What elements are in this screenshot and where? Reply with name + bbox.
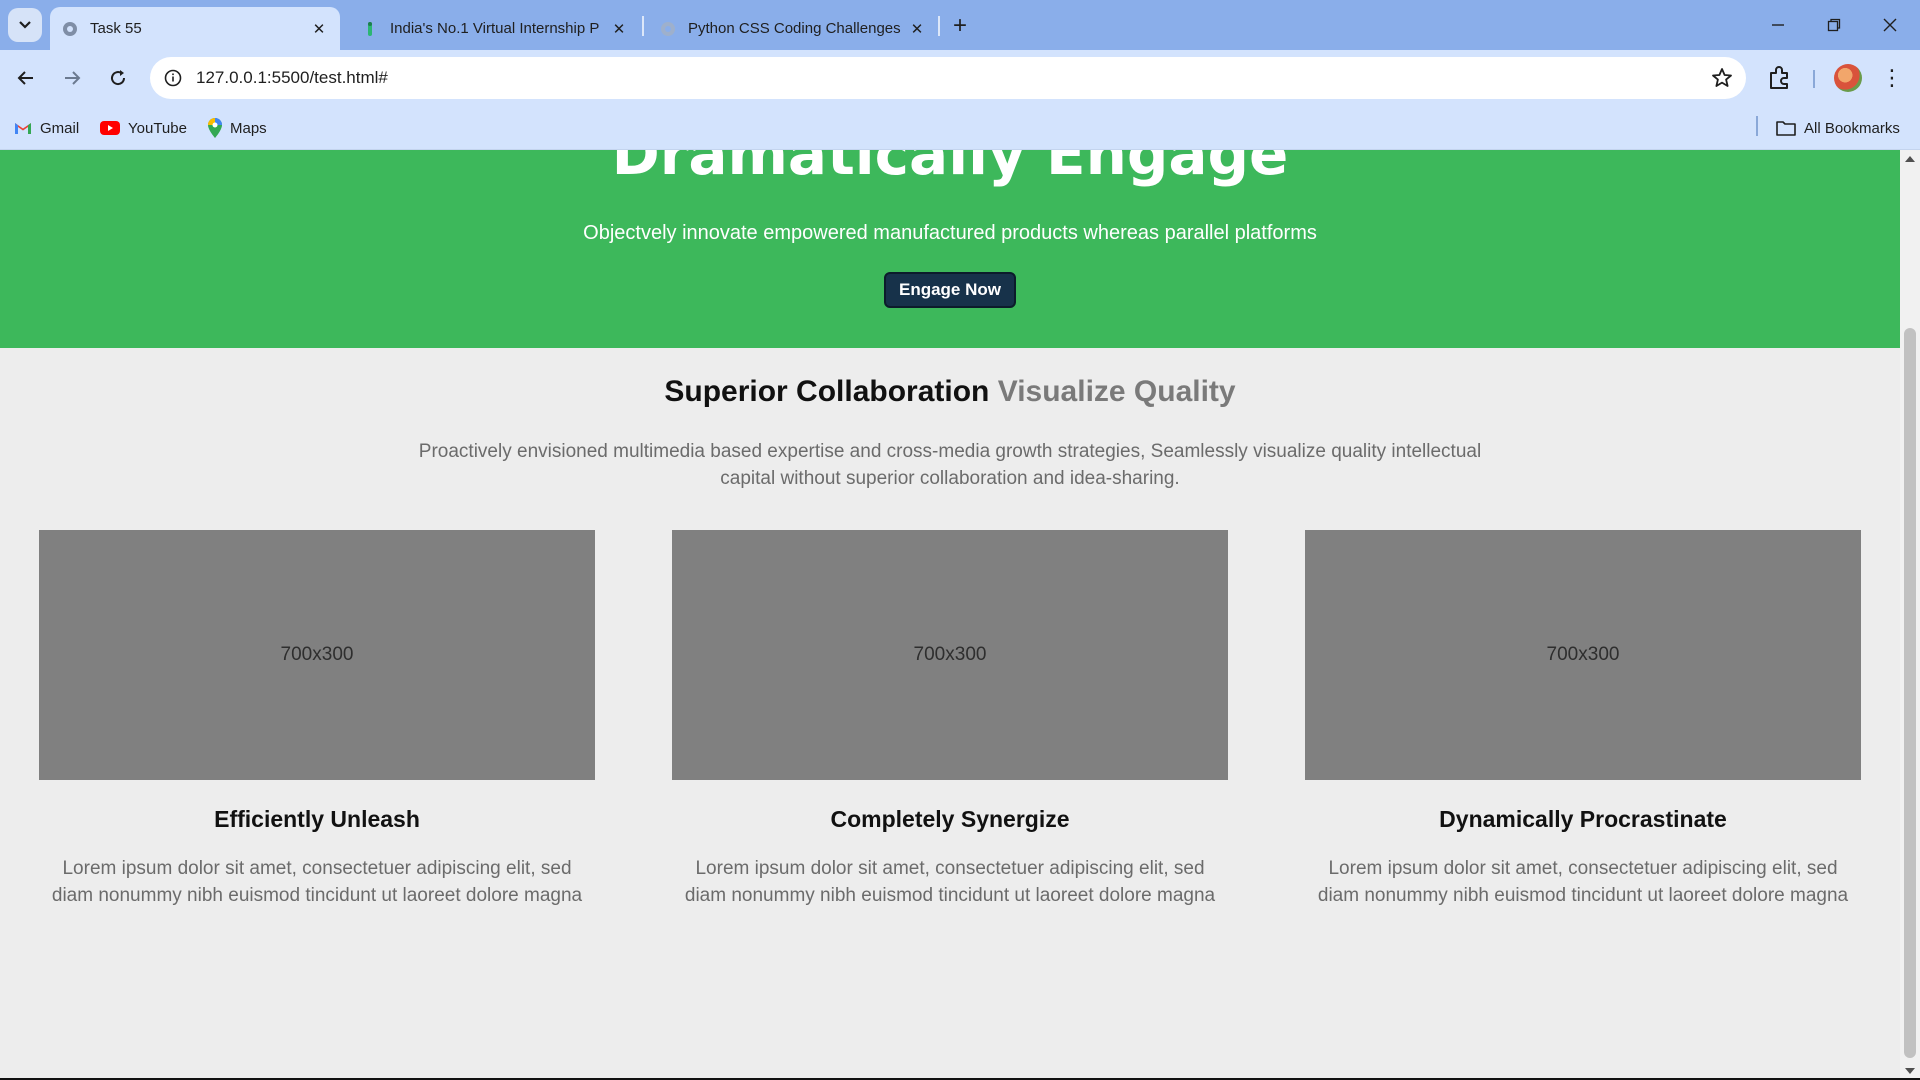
feature-card: 700x300 Dynamically Procrastinate Lorem … xyxy=(1305,530,1861,909)
card-title: Completely Synergize xyxy=(830,806,1070,832)
arrow-left-icon xyxy=(17,71,33,85)
tab-task-55[interactable]: Task 55 ✕ xyxy=(50,7,340,50)
globe-icon xyxy=(661,21,675,36)
image-placeholder: 700x300 xyxy=(1305,530,1861,780)
scroll-down-arrow-icon[interactable] xyxy=(1905,1068,1915,1074)
forward-button[interactable] xyxy=(54,60,90,96)
close-window-button[interactable] xyxy=(1862,0,1918,50)
url-text[interactable]: 127.0.0.1:5500/test.html# xyxy=(196,68,388,88)
toolbar-divider xyxy=(1813,70,1815,88)
minimize-button[interactable] xyxy=(1750,0,1806,50)
bookmarks-divider xyxy=(1756,116,1758,136)
bookmark-gmail[interactable]: Gmail xyxy=(14,116,79,140)
youtube-icon xyxy=(100,121,120,135)
hero-title: Dramatically Engage xyxy=(611,150,1289,188)
page-scrollbar[interactable] xyxy=(1900,150,1920,1080)
address-bar[interactable]: 127.0.0.1:5500/test.html# xyxy=(150,57,1746,99)
close-icon[interactable]: ✕ xyxy=(608,18,630,40)
more-vertical-icon: ⋮ xyxy=(1881,65,1903,90)
bookmark-youtube[interactable]: YouTube xyxy=(100,116,187,140)
section-description: Proactively envisioned multimedia based … xyxy=(418,441,1482,489)
globe-icon xyxy=(63,21,77,36)
gmail-icon xyxy=(15,123,31,134)
bookmark-maps[interactable]: Maps xyxy=(208,116,267,140)
profile-avatar[interactable] xyxy=(1834,64,1862,92)
hero-section: Dramatically Engage Objectvely innovate … xyxy=(0,150,1900,348)
tab-search-button[interactable] xyxy=(8,8,42,42)
close-icon[interactable]: ✕ xyxy=(308,18,330,40)
feature-card: 700x300 Completely Synergize Lorem ipsum… xyxy=(672,530,1228,909)
card-title: Dynamically Procrastinate xyxy=(1439,806,1727,832)
internship-favicon-icon xyxy=(368,21,372,36)
new-tab-button[interactable]: + xyxy=(946,12,974,40)
scrollbar-thumb[interactable] xyxy=(1904,328,1916,1058)
tab-divider xyxy=(642,16,644,36)
restore-icon xyxy=(1827,18,1841,32)
card-text: Lorem ipsum dolor sit amet, consectetuer… xyxy=(684,858,1216,906)
card-text: Lorem ipsum dolor sit amet, consectetuer… xyxy=(51,858,583,906)
extensions-puzzle-icon[interactable] xyxy=(1766,64,1794,92)
chevron-down-icon xyxy=(19,21,31,29)
image-placeholder: 700x300 xyxy=(39,530,595,780)
tab-python-css[interactable]: Python CSS Coding Challenges ✕ xyxy=(648,7,938,50)
info-icon xyxy=(164,69,182,87)
site-info-button[interactable] xyxy=(160,65,186,91)
back-button[interactable] xyxy=(8,60,44,96)
close-icon[interactable]: ✕ xyxy=(906,18,928,40)
tab-title: India's No.1 Virtual Internship P xyxy=(390,20,600,37)
bookmark-label: Gmail xyxy=(40,119,80,137)
tab-title: Python CSS Coding Challenges xyxy=(688,20,901,37)
scroll-up-arrow-icon[interactable] xyxy=(1905,156,1915,162)
bookmarks-bar: Gmail YouTube Maps All Bookmarks xyxy=(0,106,1920,150)
star-icon[interactable] xyxy=(1710,66,1734,90)
tab-internship[interactable]: India's No.1 Virtual Internship P ✕ xyxy=(350,7,640,50)
reload-button[interactable] xyxy=(100,60,136,96)
restore-button[interactable] xyxy=(1806,0,1862,50)
page-viewport: Dramatically Engage Objectvely innovate … xyxy=(0,150,1900,1080)
all-bookmarks-label: All Bookmarks xyxy=(1804,119,1900,137)
browser-toolbar: 127.0.0.1:5500/test.html# ⋮ xyxy=(0,50,1920,106)
bookmark-label: Maps xyxy=(230,119,267,137)
section-title-dark: Superior Collaboration xyxy=(664,375,990,408)
browser-menu-button[interactable]: ⋮ xyxy=(1880,64,1904,92)
plus-icon: + xyxy=(952,12,967,39)
minimize-icon xyxy=(1772,24,1784,26)
tab-title: Task 55 xyxy=(90,20,142,37)
engage-now-button[interactable]: Engage Now xyxy=(884,272,1016,308)
tab-strip: Task 55 ✕ India's No.1 Virtual Internshi… xyxy=(0,0,1920,50)
card-text: Lorem ipsum dolor sit amet, consectetuer… xyxy=(1317,858,1849,906)
image-placeholder: 700x300 xyxy=(672,530,1228,780)
section-title: Superior Collaboration Visualize Quality xyxy=(0,375,1900,409)
close-icon xyxy=(1883,18,1897,32)
all-bookmarks-button[interactable]: All Bookmarks xyxy=(1776,116,1900,140)
feature-card: 700x300 Efficiently Unleash Lorem ipsum … xyxy=(39,530,595,909)
bookmark-label: YouTube xyxy=(128,119,187,137)
arrow-right-icon xyxy=(65,71,81,85)
maps-icon xyxy=(208,118,222,138)
hero-subtitle: Objectvely innovate empowered manufactur… xyxy=(583,222,1317,244)
reload-icon xyxy=(111,70,126,86)
section-title-muted: Visualize Quality xyxy=(997,375,1236,408)
folder-icon xyxy=(1776,121,1796,136)
card-title: Efficiently Unleash xyxy=(214,806,420,832)
tab-divider xyxy=(938,16,940,36)
